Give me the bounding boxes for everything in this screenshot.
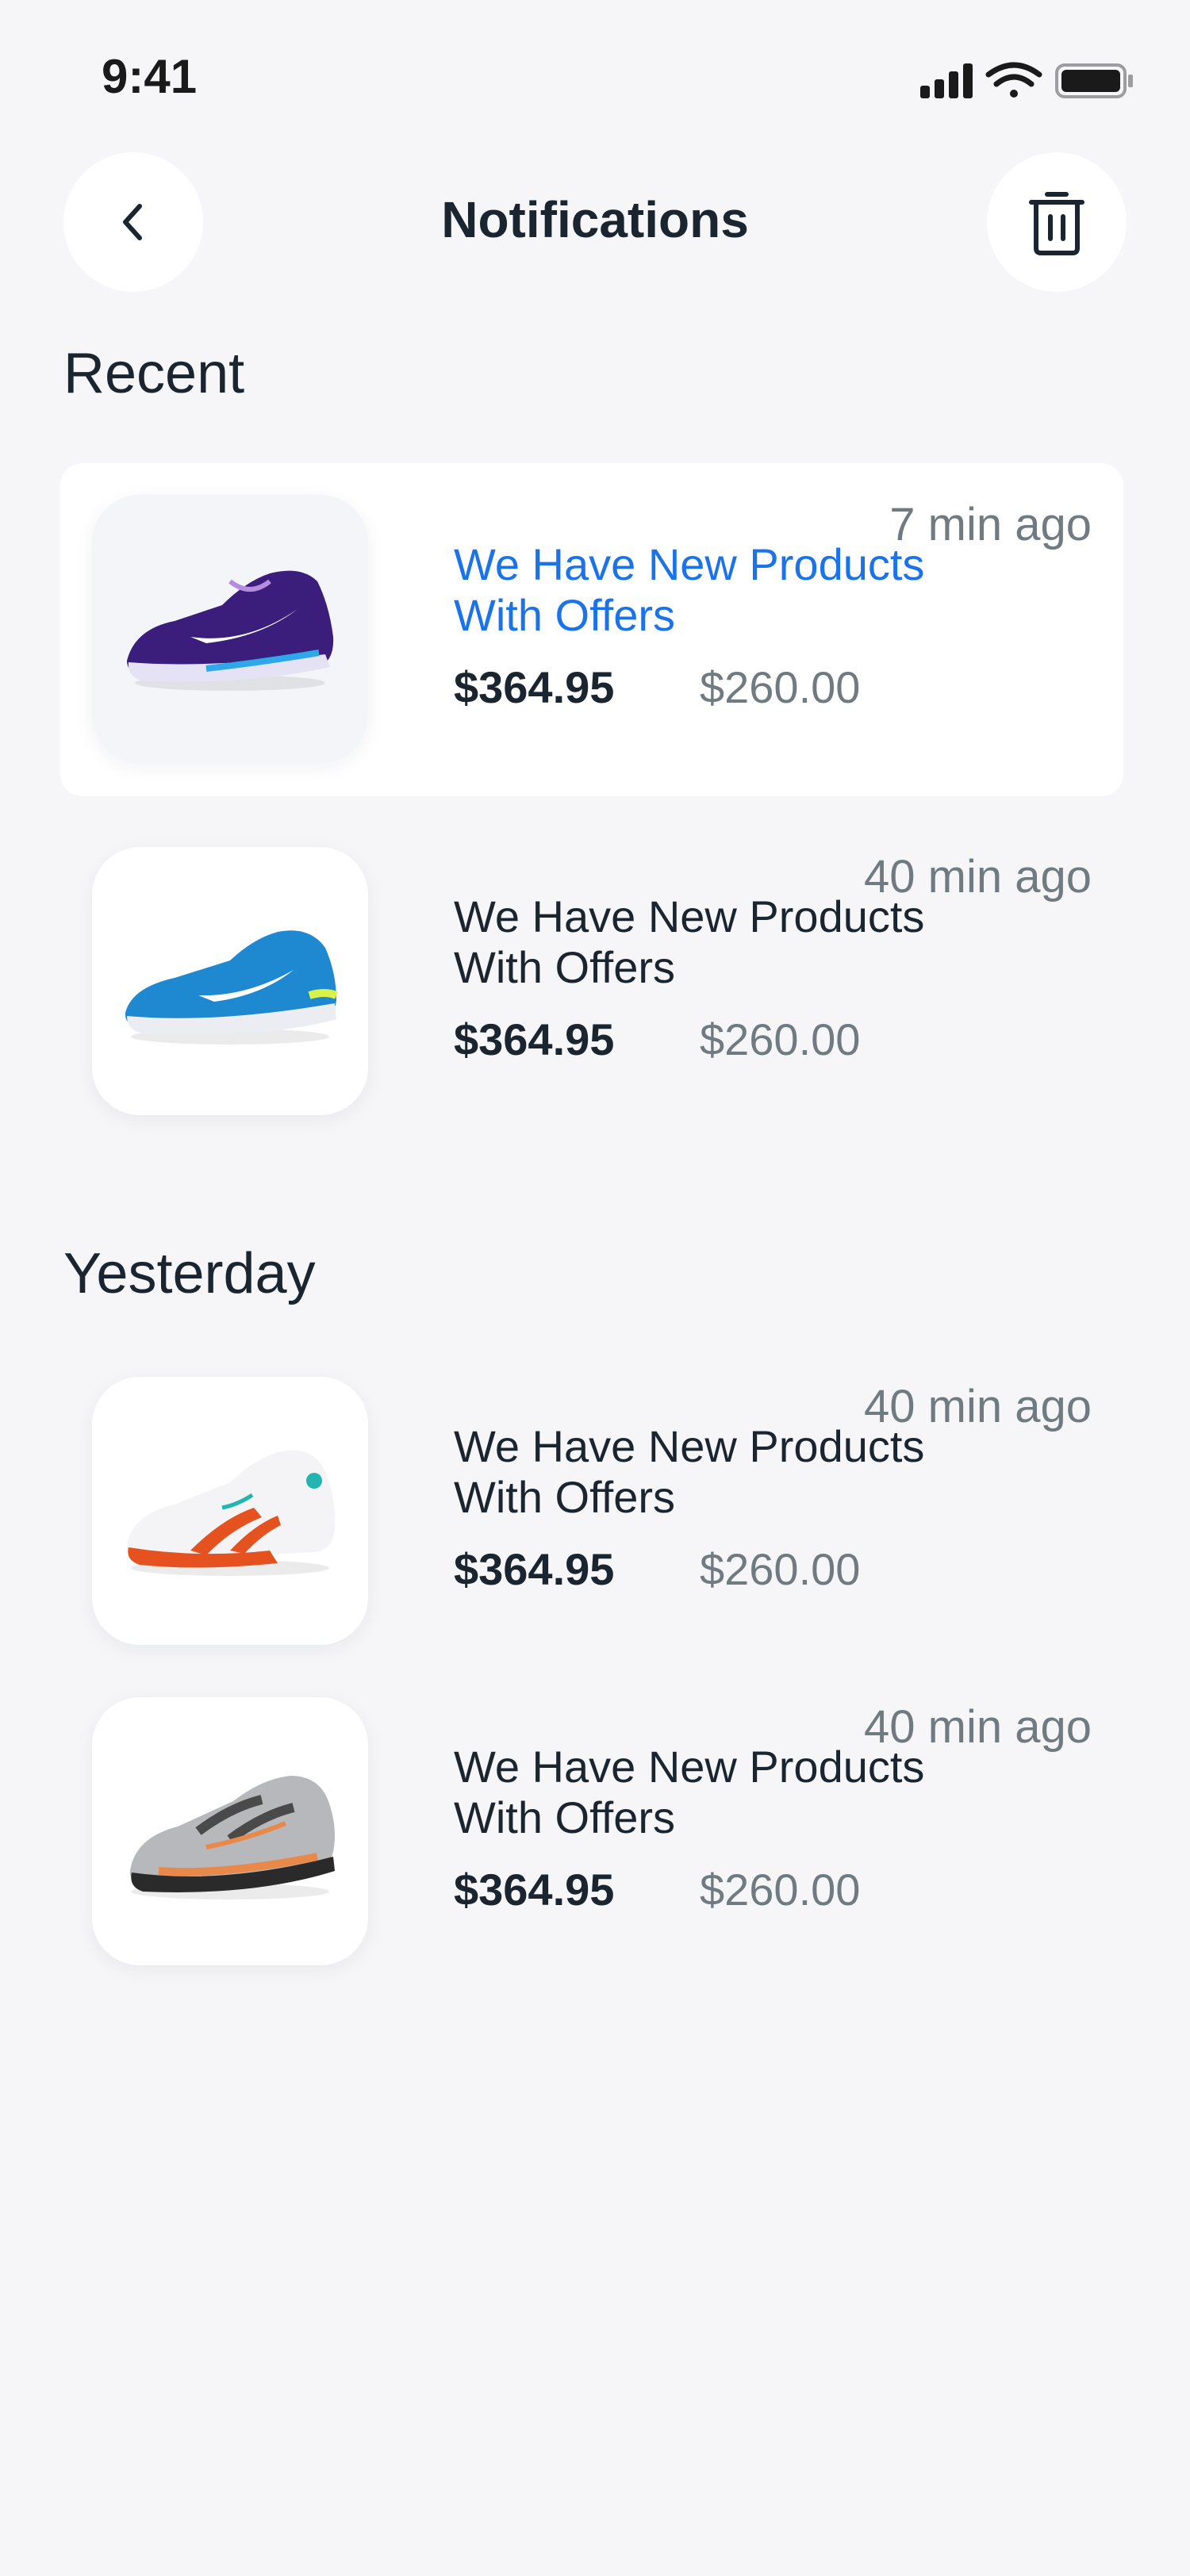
price: $364.95 — [454, 1014, 615, 1064]
product-image — [92, 1377, 368, 1645]
battery-icon — [1055, 63, 1133, 98]
status-icons — [920, 57, 1134, 105]
blue-sneaker-image — [125, 930, 338, 1045]
notification-item[interactable]: 40 min ago We Have New Products With Off… — [60, 1345, 1123, 1678]
status-time: 9:41 — [102, 50, 198, 103]
notification-title: We Have New Products With Offers — [454, 1421, 925, 1522]
section-title-yesterday: Yesterday — [63, 1242, 316, 1305]
old-price: $260.00 — [700, 1865, 861, 1915]
old-price: $260.00 — [700, 662, 861, 712]
trash-icon — [1029, 192, 1084, 255]
purple-sneaker-image — [127, 570, 334, 691]
price: $364.95 — [454, 1865, 615, 1915]
product-image — [92, 495, 368, 763]
price: $364.95 — [454, 1544, 615, 1594]
notification-item[interactable]: 40 min ago We Have New Products With Off… — [60, 815, 1123, 1148]
notification-title: We Have New Products With Offers — [454, 1742, 925, 1842]
notification-title: We Have New Products With Offers — [454, 891, 925, 992]
wifi-icon — [985, 62, 1042, 98]
notification-item[interactable]: 40 min ago We Have New Products With Off… — [60, 1666, 1123, 1999]
product-image — [92, 1697, 368, 1965]
notification-title: We Have New Products With Offers — [454, 539, 925, 640]
product-image — [92, 847, 368, 1115]
grey-orange-sneaker-image — [129, 1776, 335, 1899]
notification-item[interactable]: 7 min ago We Have New Products With Offe… — [60, 463, 1123, 796]
price: $364.95 — [454, 662, 615, 712]
orange-white-sneaker-image — [126, 1450, 336, 1576]
old-price: $260.00 — [700, 1014, 861, 1064]
old-price: $260.00 — [700, 1544, 861, 1594]
signal-icon — [920, 63, 973, 98]
delete-all-button[interactable] — [987, 152, 1127, 292]
section-title-recent: Recent — [63, 342, 245, 405]
status-bar: 9:41 — [0, 0, 1190, 143]
